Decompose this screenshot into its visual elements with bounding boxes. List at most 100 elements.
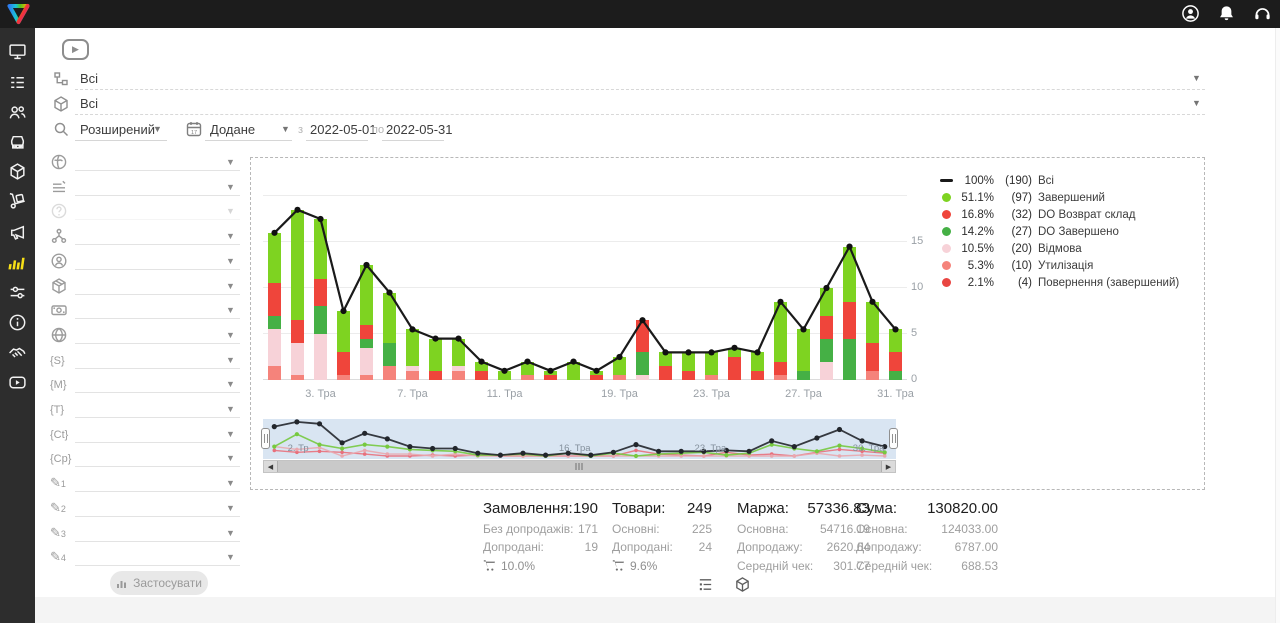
cart-icon bbox=[483, 559, 496, 572]
chevron-down-icon[interactable]: ▼ bbox=[226, 206, 235, 216]
filter-select[interactable] bbox=[75, 501, 240, 517]
notifications-icon[interactable] bbox=[1217, 4, 1236, 23]
sidebar-item-statistics[interactable] bbox=[0, 249, 35, 275]
filter-select[interactable] bbox=[75, 279, 240, 295]
stat-upsell-rate: 9.6% bbox=[612, 559, 712, 573]
topbar-icon-group bbox=[1181, 4, 1272, 23]
scroll-right-arrow[interactable]: ▶ bbox=[882, 461, 895, 472]
x-tick-label: 19. Тра bbox=[601, 388, 638, 400]
scroll-left-arrow[interactable]: ◀ bbox=[264, 461, 277, 472]
sidebar-item-video[interactable] bbox=[0, 369, 35, 395]
filter-select[interactable] bbox=[75, 303, 240, 319]
stat-column: Замовлення:190Без допродажів:171Допродан… bbox=[483, 500, 598, 573]
chevron-down-icon[interactable]: ▼ bbox=[226, 305, 235, 315]
user-icon[interactable] bbox=[1181, 4, 1200, 23]
date-from-label: з bbox=[298, 124, 303, 136]
pencil-4-icon: ✎4 bbox=[50, 548, 68, 566]
sidebar-item-info[interactable] bbox=[0, 309, 35, 335]
chart-navigator[interactable]: 2. Тр16. Тра23. Тра30. Тра bbox=[263, 419, 896, 459]
navigator-tick-label: 23. Тра bbox=[695, 443, 727, 454]
list-view-icon[interactable] bbox=[697, 576, 714, 593]
filter-select[interactable] bbox=[75, 155, 240, 171]
box-view-icon[interactable] bbox=[734, 576, 751, 593]
stat-row: Основна:124033.00 bbox=[856, 522, 998, 536]
legend-item[interactable]: 10.5%(20)Відмова bbox=[939, 240, 1179, 257]
scrollbar-grip bbox=[575, 463, 584, 470]
brace-M-icon: {M} bbox=[50, 375, 68, 393]
legend-item[interactable]: 14.2%(27)DO Завершено bbox=[939, 223, 1179, 240]
sidebar-item-products[interactable] bbox=[0, 158, 35, 184]
y-tick-label: 5 bbox=[911, 327, 917, 339]
filter-select[interactable] bbox=[75, 328, 240, 344]
chevron-down-icon[interactable]: ▼ bbox=[226, 355, 235, 365]
sidebar-item-store[interactable] bbox=[0, 129, 35, 155]
product-box-icon bbox=[52, 95, 70, 113]
sidebar-item-clients[interactable] bbox=[0, 99, 35, 125]
filter-select[interactable] bbox=[75, 353, 240, 369]
website-icon bbox=[50, 326, 68, 344]
stat-row: Середній чек:688.53 bbox=[856, 559, 998, 573]
chevron-down-icon[interactable]: ▼ bbox=[226, 256, 235, 266]
navigator-left-handle[interactable] bbox=[261, 428, 270, 449]
video-tutorial-button[interactable]: ▶ bbox=[62, 39, 89, 60]
chevron-down-icon[interactable]: ▼ bbox=[226, 503, 235, 513]
filter-select[interactable] bbox=[75, 451, 240, 467]
chevron-down-icon[interactable]: ▼ bbox=[226, 157, 235, 167]
chevron-down-icon[interactable]: ▼ bbox=[226, 281, 235, 291]
navigator-right-handle[interactable] bbox=[889, 428, 898, 449]
chevron-down-icon[interactable]: ▼ bbox=[226, 528, 235, 538]
chevron-down-icon[interactable]: ▼ bbox=[226, 404, 235, 414]
sidebar-item-dashboard[interactable] bbox=[0, 38, 35, 64]
orders-chart-plot[interactable] bbox=[263, 190, 907, 380]
stat-row: Основні:225 bbox=[612, 522, 712, 536]
chevron-down-icon[interactable]: ▼ bbox=[226, 552, 235, 562]
support-icon[interactable] bbox=[1253, 4, 1272, 23]
filter-select[interactable] bbox=[75, 402, 240, 418]
legend-item[interactable]: 100%(190)Всі bbox=[939, 172, 1179, 189]
legend-item[interactable]: 51.1%(97)Завершений bbox=[939, 189, 1179, 206]
chart-scrollbar[interactable]: ◀ ▶ bbox=[263, 460, 896, 473]
filter-select[interactable] bbox=[75, 526, 240, 542]
apply-label: Застосувати bbox=[133, 576, 202, 590]
sidebar-item-partners[interactable] bbox=[0, 339, 35, 365]
stat-row: Основна:54716.19 bbox=[737, 522, 870, 536]
filter-select[interactable] bbox=[75, 476, 240, 492]
filter-select[interactable] bbox=[75, 254, 240, 270]
payment-icon bbox=[50, 301, 68, 319]
sidebar-item-orders[interactable] bbox=[0, 69, 35, 95]
chevron-down-icon[interactable]: ▼ bbox=[226, 330, 235, 340]
scrollbar-thumb[interactable] bbox=[277, 461, 882, 472]
legend-item[interactable]: 2.1%(4)Повернення (завершений) bbox=[939, 274, 1179, 291]
pencil-1-icon: ✎1 bbox=[50, 474, 68, 492]
page-scrollbar[interactable] bbox=[1275, 28, 1280, 623]
chevron-down-icon[interactable]: ▼ bbox=[226, 231, 235, 241]
filter-select[interactable] bbox=[75, 229, 240, 245]
sidebar-item-marketing[interactable] bbox=[0, 219, 35, 245]
stat-title: Сума:130820.00 bbox=[856, 500, 998, 517]
chevron-down-icon[interactable]: ▼ bbox=[226, 379, 235, 389]
product-underline bbox=[75, 99, 1205, 115]
chevron-down-icon[interactable]: ▼ bbox=[226, 182, 235, 192]
app-logo[interactable] bbox=[6, 2, 31, 31]
filter-select[interactable] bbox=[75, 427, 240, 443]
question-icon bbox=[50, 202, 68, 220]
sidebar-item-settings[interactable] bbox=[0, 279, 35, 305]
filter-select[interactable] bbox=[75, 204, 240, 220]
filter-select[interactable] bbox=[75, 550, 240, 566]
calendar-icon: 17 bbox=[185, 120, 203, 138]
category-tree-icon bbox=[52, 70, 70, 88]
navigator-tick-label: 30. Тра bbox=[853, 443, 885, 454]
legend-dot-marker bbox=[942, 227, 951, 236]
sidebar-item-supply[interactable] bbox=[0, 187, 35, 213]
filter-select[interactable] bbox=[75, 377, 240, 393]
total-line-series bbox=[263, 190, 907, 380]
filter-select[interactable] bbox=[75, 180, 240, 196]
chevron-down-icon[interactable]: ▼ bbox=[226, 453, 235, 463]
apply-button[interactable]: Застосувати bbox=[110, 571, 208, 595]
chevron-down-icon[interactable]: ▼ bbox=[226, 429, 235, 439]
chevron-down-icon[interactable]: ▼ bbox=[226, 478, 235, 488]
top-bar bbox=[0, 0, 1280, 28]
legend-item[interactable]: 16.8%(32)DO Возврат склад bbox=[939, 206, 1179, 223]
legend-item[interactable]: 5.3%(10)Утилізація bbox=[939, 257, 1179, 274]
category-underline bbox=[75, 74, 1205, 90]
